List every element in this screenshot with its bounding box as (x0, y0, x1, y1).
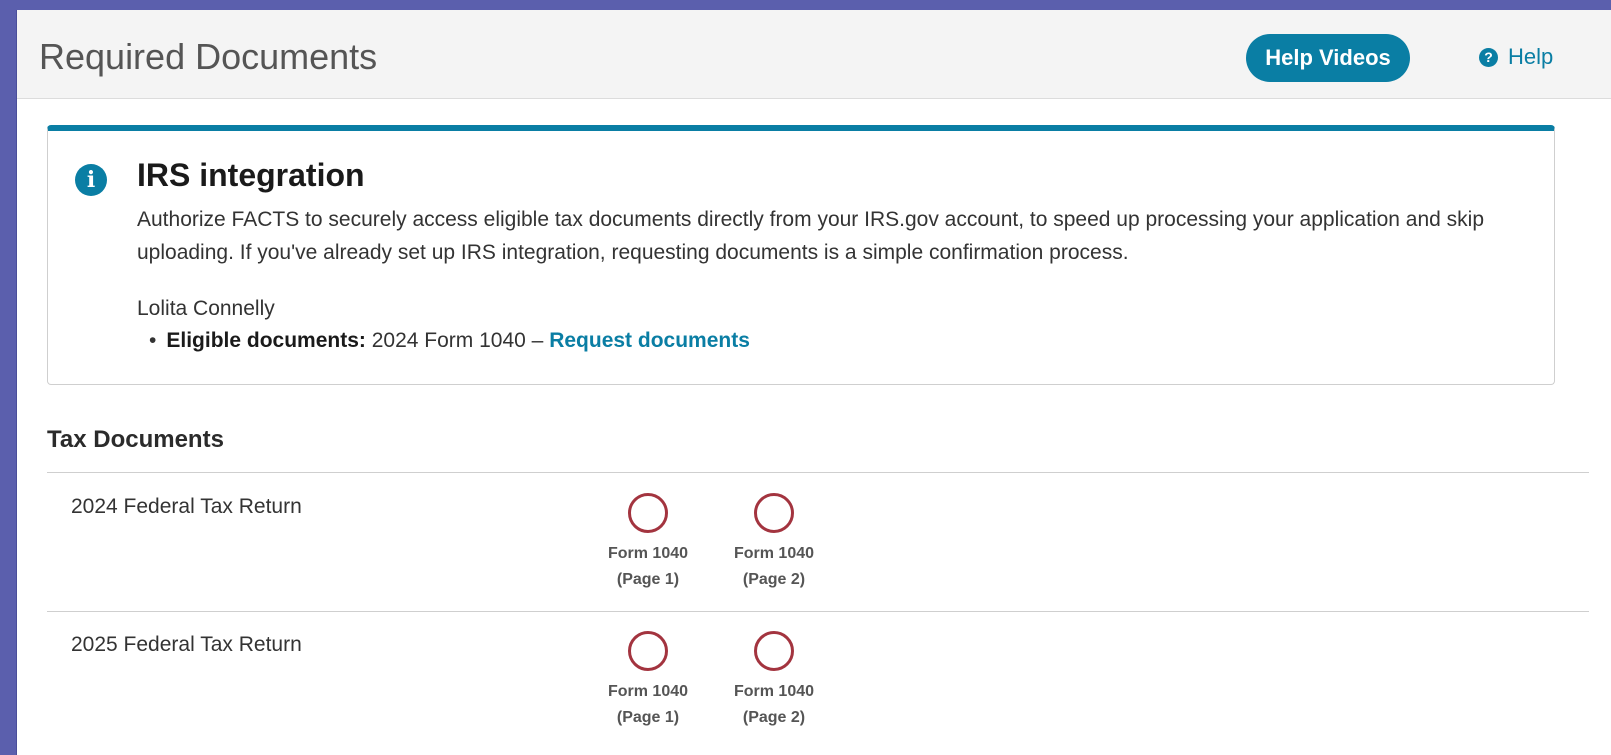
tax-return-label: 2025 Federal Tax Return (71, 633, 302, 656)
document-caption: Form 1040 (Page 1) (593, 541, 703, 593)
document-upload-item[interactable]: Form 1040 (Page 2) (719, 493, 829, 593)
eligible-documents-label: Eligible documents: (166, 329, 366, 352)
document-caption: Form 1040 (Page 1) (593, 679, 703, 731)
question-circle-icon: ? (1479, 47, 1498, 67)
document-name: Form 1040 (607, 545, 689, 562)
document-name: Form 1040 (733, 545, 815, 562)
tax-document-row: 2025 Federal Tax Return Form 1040 (Page … (47, 611, 1589, 749)
eligible-documents-list: Eligible documents: 2024 Form 1040 – Req… (137, 329, 750, 353)
content-frame: Required Documents Help Videos ? Help i … (16, 10, 1611, 755)
help-link-label: Help (1508, 44, 1554, 69)
eligible-documents-value: 2024 Form 1040 – (371, 329, 544, 352)
request-documents-link[interactable]: Request documents (549, 329, 750, 352)
document-name: Form 1040 (607, 683, 689, 700)
document-page: (Page 2) (742, 709, 806, 726)
tax-return-label: 2024 Federal Tax Return (71, 495, 302, 518)
missing-status-circle-icon[interactable] (754, 493, 794, 533)
missing-status-circle-icon[interactable] (628, 493, 668, 533)
page-header: Required Documents Help Videos ? Help (17, 10, 1611, 99)
document-upload-item[interactable]: Form 1040 (Page 1) (593, 493, 703, 593)
document-page: (Page 2) (742, 571, 806, 588)
missing-status-circle-icon[interactable] (754, 631, 794, 671)
document-page: (Page 1) (616, 709, 680, 726)
document-upload-item[interactable]: Form 1040 (Page 1) (593, 631, 703, 731)
missing-status-circle-icon[interactable] (628, 631, 668, 671)
help-videos-button[interactable]: Help Videos (1246, 34, 1410, 82)
document-upload-item[interactable]: Form 1040 (Page 2) (719, 631, 829, 731)
info-icon: i (75, 164, 107, 196)
document-caption: Form 1040 (Page 2) (719, 679, 829, 731)
irs-integration-title: IRS integration (137, 157, 365, 193)
tax-document-row: 2024 Federal Tax Return Form 1040 (Page … (47, 473, 1589, 612)
tax-documents-heading: Tax Documents (47, 426, 224, 453)
irs-integration-description: Authorize FACTS to securely access eligi… (137, 208, 1485, 264)
eligible-documents-item: Eligible documents: 2024 Form 1040 – Req… (137, 329, 750, 353)
document-name: Form 1040 (733, 683, 815, 700)
applicant-name: Lolita Connelly (137, 297, 275, 320)
document-page: (Page 1) (616, 571, 680, 588)
page-title: Required Documents (39, 36, 378, 77)
irs-integration-card: i IRS integration Authorize FACTS to sec… (47, 125, 1555, 385)
document-caption: Form 1040 (Page 2) (719, 541, 829, 593)
help-link[interactable]: ? Help (1479, 44, 1553, 70)
